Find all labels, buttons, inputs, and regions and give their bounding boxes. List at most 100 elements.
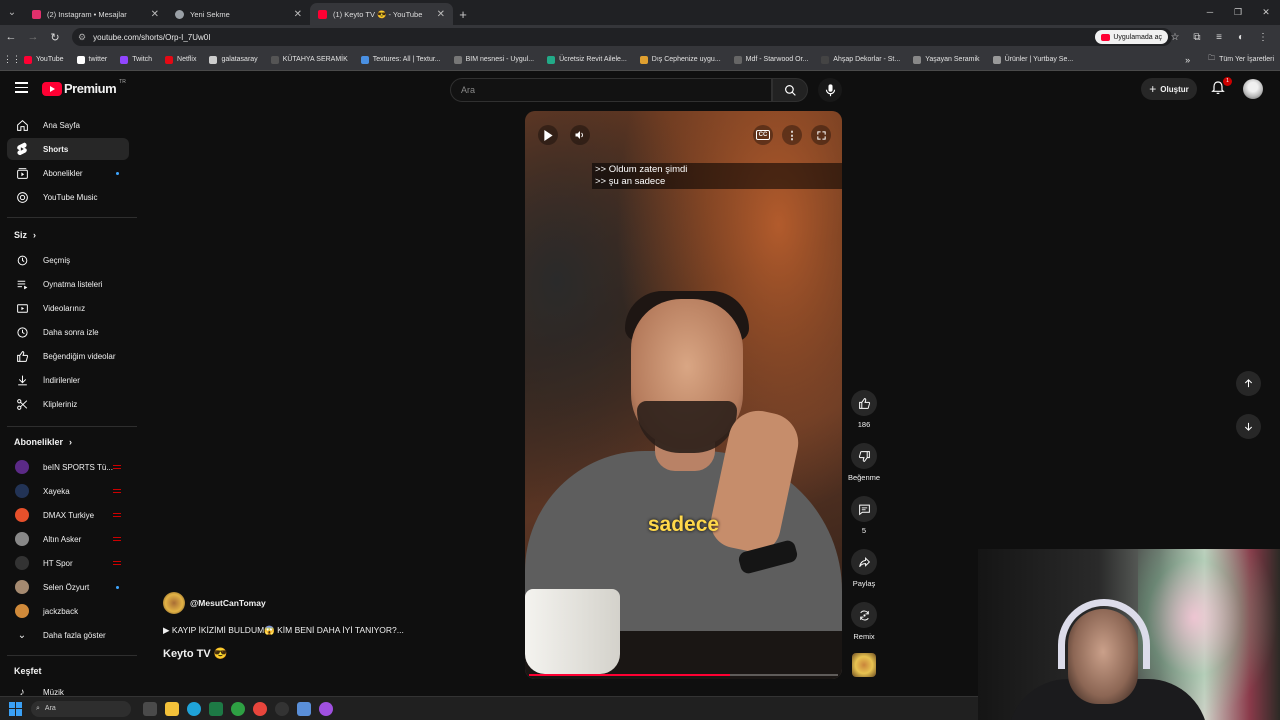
bookmark-item[interactable]: Ahşap Dekorlar - St... [821,55,900,64]
sidebar-subscriptions-heading[interactable]: Abonelikler › [14,437,72,447]
sidebar-subscription-item[interactable]: DMAX Turkiye [7,504,129,526]
settings-taskbar-icon[interactable] [297,701,311,716]
bookmark-item[interactable]: YouTube [24,55,64,64]
site-info-icon[interactable]: ⚙ [78,32,86,43]
captions-button[interactable]: CC [753,125,773,145]
channel-row[interactable]: @MesutCanTomay [163,592,266,614]
bookmark-star-icon[interactable]: ☆ [1164,32,1186,43]
video-title[interactable]: ▶ KAYIP İKİZİMİ BULDUM😱 KİM BENİ DAHA İY… [163,625,404,636]
task-view-taskbar-icon[interactable] [143,701,157,716]
apps-grid-icon[interactable]: ⋮⋮ [0,54,24,65]
voice-search-button[interactable] [818,78,842,102]
sidebar-subscription-item[interactable]: HT Spor [7,552,129,574]
tab-close-icon[interactable]: ✕ [294,9,302,20]
sidebar-item-label: Daha sonra izle [43,327,99,337]
bookmark-item[interactable]: KÜTAHYA SERAMİK [270,55,348,64]
tab-youtube[interactable]: (1) Keyto TV 😎 - YouTube ✕ [310,3,453,25]
sidebar-item-playlist[interactable]: Oynatma listeleri [7,273,129,295]
hamburger-menu-icon[interactable] [15,82,28,96]
bookmark-item[interactable]: BIM nesnesi - Uygul... [453,55,534,64]
sidebar-item-subscriptions[interactable]: Abonelikler [7,162,129,184]
shorts-video-player[interactable]: CC ⋮ >> Oldum zaten şimdi >> şu an sadec… [525,111,842,679]
volume-button[interactable] [570,125,590,145]
obs-taskbar-icon[interactable] [275,701,289,716]
sidebar-subscription-item[interactable]: jackzback [7,600,129,622]
more-bookmarks-icon[interactable]: » [1185,55,1190,65]
extensions-icon[interactable]: ⧉ [1186,32,1208,43]
video-progress-bar[interactable] [529,674,838,676]
bookmark-item[interactable]: Mdf - Starwood Or... [733,55,808,64]
edge-taskbar-icon[interactable] [187,701,201,716]
tab-close-icon[interactable]: ✕ [151,9,159,20]
excel-taskbar-icon[interactable] [209,701,223,716]
channel-avatar[interactable] [163,592,185,614]
sidebar-subscription-item[interactable]: Selen Özyurt [7,576,129,598]
file-explorer-taskbar-icon[interactable] [165,701,179,716]
bookmark-item[interactable]: Yaşayan Seramik [913,55,980,64]
windows-start-icon[interactable] [9,701,23,716]
address-bar[interactable]: ⚙ youtube.com/shorts/Orp-I_7Uw0I Uygulam… [72,28,1172,46]
channel-name[interactable]: Keyto TV 😎 [163,647,227,660]
taskbar-search-input[interactable]: ⌕ Ara [31,700,131,717]
create-button[interactable]: + Oluştur [1141,78,1197,100]
tab-search-icon[interactable]: ⌄ [0,0,24,25]
dislike-button[interactable]: Beğenme [845,443,883,482]
xbox-taskbar-icon[interactable] [231,701,245,716]
sidebar-subscription-item[interactable]: Altın Asker [7,528,129,550]
bookmark-item[interactable]: Ücretsiz Revit Ailele... [547,55,627,64]
search-input[interactable]: Ara [450,78,772,102]
bookmark-item[interactable]: twitter [76,55,107,64]
bookmark-item[interactable]: Textures: All | Textur... [360,55,441,64]
more-options-button[interactable]: ⋮ [782,125,802,145]
minimize-icon[interactable]: ─ [1196,0,1224,25]
tab-instagram[interactable]: (2) Instagram • Mesajlar ✕ [24,3,167,25]
sidebar-item-your-videos[interactable]: Videolarınız [7,297,129,319]
sound-channel-avatar[interactable] [852,653,876,677]
remix-button[interactable]: Remix [847,602,881,641]
messenger-taskbar-icon[interactable] [319,701,333,716]
all-bookmarks-folder[interactable]: 🗀 Tüm Yer İşaretleri [1208,54,1274,65]
bookmark-item[interactable]: galatasaray [209,55,258,64]
profile-icon[interactable]: ◐ [1230,32,1252,43]
close-window-icon[interactable]: ✕ [1252,0,1280,25]
sidebar-item-clips[interactable]: Klipleriniz [7,393,129,415]
sidebar-item-home[interactable]: Ana Sayfa [7,114,129,136]
reload-icon[interactable]: ↻ [44,31,66,44]
comments-button[interactable]: 5 [847,496,881,535]
like-button[interactable]: 186 [847,390,881,429]
sidebar-item-history[interactable]: Geçmiş [7,249,129,271]
share-button[interactable]: Paylaş [847,549,881,588]
maximize-icon[interactable]: ❐ [1224,0,1252,25]
sidebar-you-heading[interactable]: Siz › [14,230,36,240]
bookmark-item[interactable]: Netflix [165,55,196,64]
media-controls-icon[interactable]: ≡ [1208,32,1230,43]
bookmark-item[interactable]: Twitch [120,55,152,64]
sidebar-subscription-item[interactable]: beIN SPORTS Tü... [7,456,129,478]
sidebar-item-youtube-music[interactable]: YouTube Music [7,186,129,208]
search-button[interactable] [772,78,808,102]
chrome-taskbar-icon[interactable] [253,701,267,716]
show-more-button[interactable]: ⌄ Daha fazla göster [7,624,129,646]
account-avatar[interactable] [1243,79,1263,99]
tab-close-icon[interactable]: ✕ [437,9,445,20]
youtube-premium-logo[interactable]: Premium TR [42,79,126,96]
previous-short-button[interactable] [1236,371,1261,396]
notifications-button[interactable]: 1 [1210,77,1232,98]
sidebar-item-watch-later[interactable]: Daha sonra izle [7,321,129,343]
kebab-menu-icon[interactable]: ⋮ [1252,32,1274,43]
open-in-app-button[interactable]: Uygulamada aç [1095,30,1168,44]
bookmark-item[interactable]: Ürünler | Yurtbay Se... [992,55,1073,64]
sidebar-item-download[interactable]: İndirilenler [7,369,129,391]
forward-arrow-icon[interactable]: → [22,31,44,43]
new-tab-button[interactable]: + [453,3,473,25]
back-arrow-icon[interactable]: ← [0,31,22,43]
channel-handle[interactable]: @MesutCanTomay [190,598,266,608]
next-short-button[interactable] [1236,414,1261,439]
play-button[interactable] [538,125,558,145]
tab-new-tab[interactable]: Yeni Sekme ✕ [167,3,310,25]
sidebar-subscription-item[interactable]: Xayeka [7,480,129,502]
sidebar-item-shorts[interactable]: Shorts [7,138,129,160]
bookmark-item[interactable]: Dış Cephenize uygu... [639,55,721,64]
fullscreen-button[interactable] [811,125,831,145]
sidebar-item-liked[interactable]: Beğendiğim videolar [7,345,129,367]
